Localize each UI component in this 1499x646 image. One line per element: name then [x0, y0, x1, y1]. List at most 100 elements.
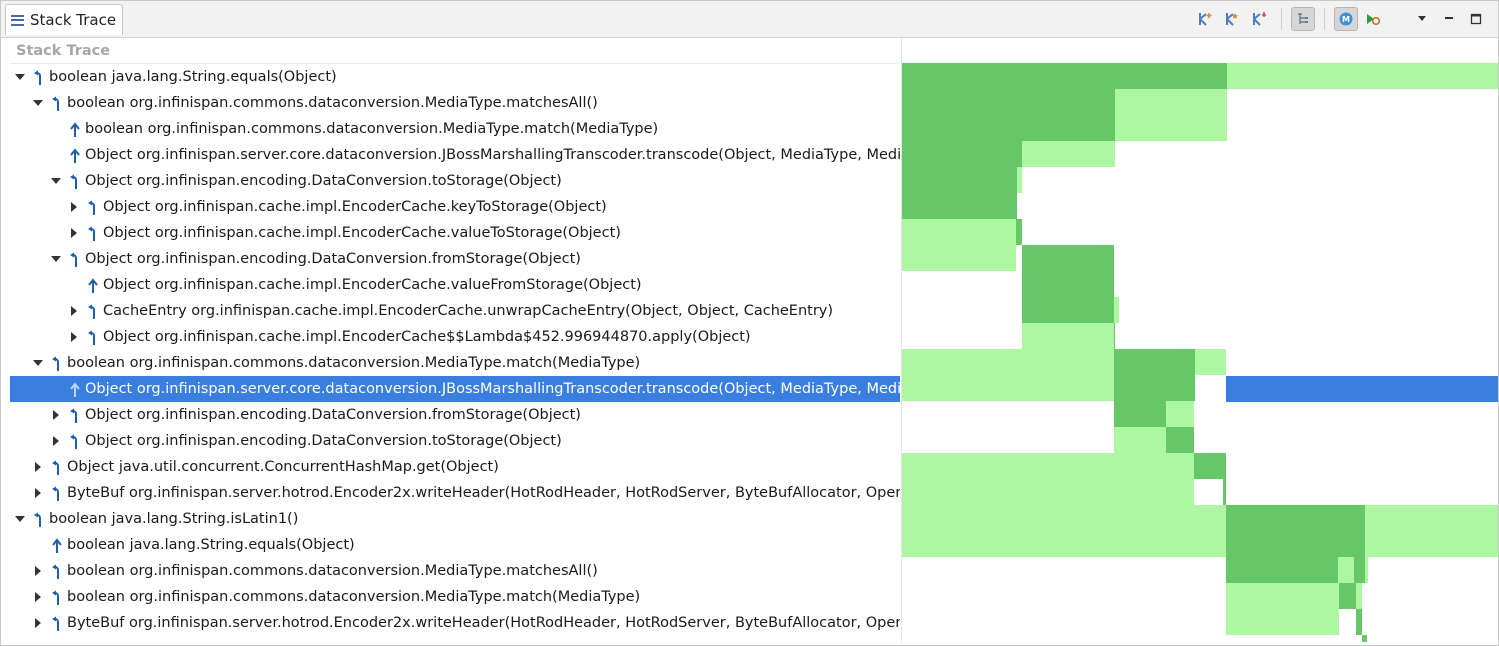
call-tree-icon: [86, 303, 100, 319]
tree-row[interactable]: Object org.infinispan.cache.impl.Encoder…: [10, 272, 900, 298]
call-tree-icon: [86, 329, 100, 345]
maximize-icon[interactable]: [1464, 7, 1488, 31]
tree-row-label: boolean org.infinispan.commons.dataconve…: [67, 355, 641, 371]
collapse-toggle-icon[interactable]: [14, 64, 26, 90]
tree-row-label: Object org.infinispan.encoding.DataConve…: [85, 251, 581, 267]
sample-bar: [1114, 323, 1115, 349]
expand-toggle-icon[interactable]: [32, 558, 44, 584]
sample-bar: [1166, 401, 1194, 427]
tree-row-label: Object org.infinispan.encoding.DataConve…: [85, 433, 562, 449]
tree-row-label: Object org.infinispan.server.core.dataco…: [85, 147, 900, 163]
tree-row[interactable]: boolean java.lang.String.isLatin1(): [10, 506, 900, 532]
tree-layout-icon[interactable]: [1291, 7, 1315, 31]
tree-row-label: boolean org.infinispan.commons.dataconve…: [67, 563, 598, 579]
expand-toggle-icon[interactable]: [32, 454, 44, 480]
expand-toggle-icon[interactable]: [68, 324, 80, 350]
tree-row[interactable]: boolean org.infinispan.commons.dataconve…: [10, 116, 900, 142]
tree-row[interactable]: ByteBuf org.infinispan.server.hotrod.Enc…: [10, 610, 900, 636]
tree-row[interactable]: Object org.infinispan.encoding.DataConve…: [10, 168, 900, 194]
tree-row-label: Object org.infinispan.encoding.DataConve…: [85, 173, 562, 189]
tree-row[interactable]: boolean org.infinispan.commons.dataconve…: [10, 90, 900, 116]
tree-row-label: boolean org.infinispan.commons.dataconve…: [85, 121, 659, 137]
tree-row[interactable]: Object org.infinispan.server.core.dataco…: [10, 142, 900, 168]
stack-trace-tree[interactable]: Stack Trace boolean java.lang.String.equ…: [10, 38, 900, 642]
tree-row[interactable]: Object org.infinispan.encoding.DataConve…: [10, 246, 900, 272]
column-header-stack-trace[interactable]: Stack Trace: [10, 38, 900, 64]
up-arrow-icon: [86, 277, 100, 293]
selection-highlight-strip: [1226, 376, 1498, 402]
tree-row[interactable]: boolean org.infinispan.commons.dataconve…: [10, 350, 900, 376]
add-stack-trace-alt-icon[interactable]: [1248, 7, 1272, 31]
expand-toggle-icon[interactable]: [68, 194, 80, 220]
tree-row[interactable]: boolean org.infinispan.commons.dataconve…: [10, 584, 900, 610]
sample-bar: [1195, 349, 1226, 375]
menu-icon[interactable]: [11, 14, 24, 26]
expand-toggle-icon[interactable]: [68, 298, 80, 324]
minimize-icon[interactable]: [1437, 7, 1461, 31]
tree-row[interactable]: boolean java.lang.String.equals(Object): [10, 64, 900, 90]
sample-bar: [1114, 297, 1119, 323]
sample-bar: [902, 63, 1227, 89]
add-stack-trace-icon[interactable]: [1194, 7, 1218, 31]
tree-row[interactable]: Object org.infinispan.server.core.dataco…: [10, 376, 900, 402]
tree-row[interactable]: boolean org.infinispan.commons.dataconve…: [10, 558, 900, 584]
expand-toggle-icon[interactable]: [50, 402, 62, 428]
expand-toggle-icon[interactable]: [32, 480, 44, 506]
up-arrow-icon: [68, 147, 82, 163]
tree-row[interactable]: Object org.infinispan.cache.impl.Encoder…: [10, 194, 900, 220]
tree-row[interactable]: Object org.infinispan.encoding.DataConve…: [10, 428, 900, 454]
expand-toggle-icon[interactable]: [50, 428, 62, 454]
call-tree-icon: [32, 511, 46, 527]
view-menu-chevron-icon[interactable]: [1410, 7, 1434, 31]
expand-toggle-icon[interactable]: [68, 220, 80, 246]
sample-bar: [1016, 219, 1022, 245]
tree-row[interactable]: Object org.infinispan.cache.impl.Encoder…: [10, 324, 900, 350]
call-tree-icon: [68, 433, 82, 449]
sample-bar: [902, 505, 1226, 557]
run-settings-icon[interactable]: [1361, 7, 1385, 31]
sample-bar: [1017, 167, 1022, 193]
call-tree-icon: [50, 615, 64, 631]
sample-bar: [902, 167, 1017, 219]
tree-row-label: CacheEntry org.infinispan.cache.impl.Enc…: [103, 303, 834, 319]
tree-row[interactable]: ByteBuf org.infinispan.server.hotrod.Enc…: [10, 480, 900, 506]
collapse-toggle-icon[interactable]: [32, 90, 44, 116]
sample-bar: [1022, 141, 1115, 167]
stack-trace-tab[interactable]: Stack Trace: [5, 4, 124, 35]
method-circle-icon[interactable]: M: [1334, 7, 1358, 31]
add-marker-icon[interactable]: [1221, 7, 1245, 31]
tree-row[interactable]: Object org.infinispan.cache.impl.Encoder…: [10, 220, 900, 246]
call-tree-icon: [50, 563, 64, 579]
toolbar-separator: [1281, 8, 1282, 30]
collapse-toggle-icon[interactable]: [32, 350, 44, 376]
tree-row-label: boolean java.lang.String.isLatin1(): [49, 511, 299, 527]
toolbar-separator: [1324, 8, 1325, 30]
tree-row[interactable]: Object java.util.concurrent.ConcurrentHa…: [10, 454, 900, 480]
sample-bar: [1022, 245, 1114, 323]
tree-row-label: Object java.util.concurrent.ConcurrentHa…: [67, 459, 499, 475]
sample-bar: [1115, 89, 1227, 141]
collapse-toggle-icon[interactable]: [14, 506, 26, 532]
sample-bar: [1226, 583, 1339, 635]
expand-toggle-icon[interactable]: [32, 610, 44, 636]
sample-bar: [1338, 557, 1354, 583]
expand-toggle-icon[interactable]: [32, 584, 44, 610]
sample-bar: [1114, 401, 1166, 427]
tree-row-label: Object org.infinispan.server.core.dataco…: [85, 381, 900, 397]
collapse-toggle-icon[interactable]: [50, 246, 62, 272]
call-tree-icon: [68, 407, 82, 423]
tree-row[interactable]: boolean java.lang.String.equals(Object): [10, 532, 900, 558]
tree-row[interactable]: CacheEntry org.infinispan.cache.impl.Enc…: [10, 298, 900, 324]
collapse-toggle-icon[interactable]: [50, 168, 62, 194]
view-toolbar: M: [1191, 7, 1488, 31]
call-tree-icon: [86, 225, 100, 241]
tree-row[interactable]: Object org.infinispan.encoding.DataConve…: [10, 402, 900, 428]
tree-row-label: Object org.infinispan.cache.impl.Encoder…: [103, 225, 621, 241]
sample-bar: [1365, 505, 1498, 557]
sample-bar: [902, 89, 1115, 141]
sample-bar: [1022, 323, 1114, 349]
call-tree-icon: [68, 173, 82, 189]
sample-bar: [1362, 635, 1367, 642]
svg-text:M: M: [1342, 15, 1350, 24]
sample-bar: [1166, 427, 1194, 453]
